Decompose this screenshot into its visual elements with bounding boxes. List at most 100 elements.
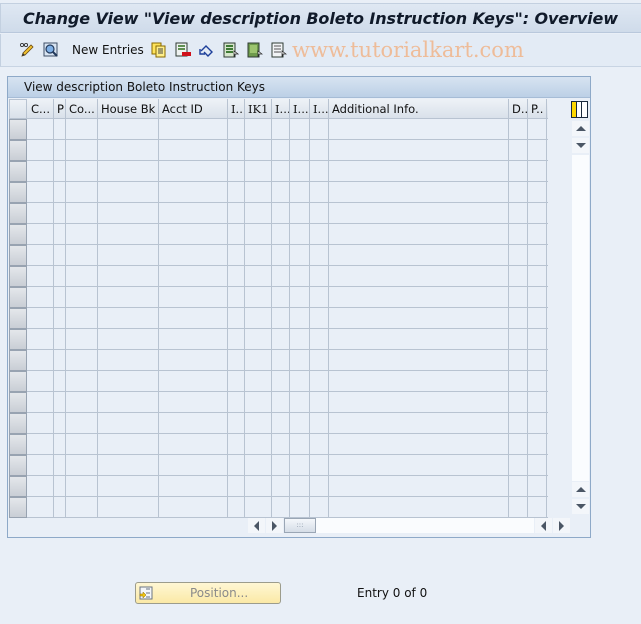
table-cell[interactable] — [310, 413, 329, 434]
table-cell[interactable] — [528, 350, 547, 371]
table-cell[interactable] — [272, 119, 290, 140]
table-cell[interactable] — [228, 392, 245, 413]
row-selector[interactable] — [9, 476, 27, 497]
table-cell[interactable] — [272, 371, 290, 392]
row-selector[interactable] — [9, 119, 27, 140]
table-cell[interactable] — [329, 434, 509, 455]
row-selector[interactable] — [9, 245, 27, 266]
table-cell[interactable] — [290, 161, 310, 182]
table-cell[interactable] — [528, 203, 547, 224]
column-header[interactable]: I... — [290, 99, 310, 119]
table-cell[interactable] — [272, 308, 290, 329]
table-cell[interactable] — [159, 119, 228, 140]
table-cell[interactable] — [245, 497, 272, 518]
table-cell[interactable] — [272, 245, 290, 266]
table-cell[interactable] — [228, 329, 245, 350]
table-cell[interactable] — [159, 287, 228, 308]
table-cell[interactable] — [310, 224, 329, 245]
table-cell[interactable] — [28, 287, 54, 308]
table-cell[interactable] — [159, 350, 228, 371]
table-cell[interactable] — [272, 497, 290, 518]
table-cell[interactable] — [310, 371, 329, 392]
table-cell[interactable] — [329, 308, 509, 329]
table-cell[interactable] — [509, 350, 528, 371]
table-cell[interactable] — [245, 140, 272, 161]
table-cell[interactable] — [159, 266, 228, 287]
table-cell[interactable] — [245, 455, 272, 476]
table-cell[interactable] — [290, 497, 310, 518]
table-cell[interactable] — [528, 245, 547, 266]
table-cell[interactable] — [228, 371, 245, 392]
column-header[interactable]: C... — [28, 99, 54, 119]
table-cell[interactable] — [245, 266, 272, 287]
table-cell[interactable] — [509, 245, 528, 266]
scroll-page-up-button[interactable] — [572, 482, 589, 497]
table-cell[interactable] — [228, 455, 245, 476]
table-cell[interactable] — [528, 224, 547, 245]
table-cell[interactable] — [66, 308, 98, 329]
scroll-last-right-button[interactable] — [553, 518, 570, 533]
table-cell[interactable] — [509, 413, 528, 434]
table-cell[interactable] — [272, 224, 290, 245]
table-cell[interactable] — [28, 392, 54, 413]
row-selector[interactable] — [9, 371, 27, 392]
table-cell[interactable] — [54, 224, 66, 245]
table-cell[interactable] — [159, 203, 228, 224]
column-header[interactable]: I... — [272, 99, 290, 119]
column-header[interactable]: Additional Info. — [329, 99, 509, 119]
table-cell[interactable] — [272, 140, 290, 161]
table-cell[interactable] — [28, 329, 54, 350]
table-cell[interactable] — [54, 203, 66, 224]
table-cell[interactable] — [245, 392, 272, 413]
table-cell[interactable] — [310, 308, 329, 329]
table-cell[interactable] — [228, 266, 245, 287]
table-cell[interactable] — [272, 266, 290, 287]
table-cell[interactable] — [290, 119, 310, 140]
table-cell[interactable] — [54, 182, 66, 203]
new-entries-button[interactable]: New Entries — [72, 43, 144, 57]
table-cell[interactable] — [245, 245, 272, 266]
table-cell[interactable] — [228, 203, 245, 224]
table-cell[interactable] — [28, 497, 54, 518]
table-cell[interactable] — [310, 392, 329, 413]
table-cell[interactable] — [310, 287, 329, 308]
table-cell[interactable] — [228, 497, 245, 518]
row-selector[interactable] — [9, 392, 27, 413]
table-cell[interactable] — [272, 476, 290, 497]
row-selector[interactable] — [9, 308, 27, 329]
table-cell[interactable] — [54, 497, 66, 518]
delete-icon[interactable] — [175, 42, 191, 58]
table-cell[interactable] — [228, 413, 245, 434]
row-selector[interactable] — [9, 161, 27, 182]
table-cell[interactable] — [28, 266, 54, 287]
table-cell[interactable] — [159, 224, 228, 245]
table-cell[interactable] — [329, 161, 509, 182]
table-cell[interactable] — [54, 455, 66, 476]
scroll-last-left-button[interactable] — [535, 518, 552, 533]
table-cell[interactable] — [66, 140, 98, 161]
column-header[interactable]: D.. — [509, 99, 528, 119]
table-cell[interactable] — [509, 140, 528, 161]
table-cell[interactable] — [159, 455, 228, 476]
table-cell[interactable] — [509, 371, 528, 392]
table-cell[interactable] — [290, 245, 310, 266]
column-configuration-icon[interactable] — [571, 101, 588, 118]
table-cell[interactable] — [98, 413, 159, 434]
table-cell[interactable] — [54, 434, 66, 455]
table-cell[interactable] — [66, 371, 98, 392]
table-cell[interactable] — [329, 392, 509, 413]
table-cell[interactable] — [509, 224, 528, 245]
table-cell[interactable] — [228, 287, 245, 308]
table-cell[interactable] — [159, 161, 228, 182]
table-cell[interactable] — [28, 224, 54, 245]
scroll-down-button[interactable] — [572, 138, 589, 153]
table-cell[interactable] — [159, 245, 228, 266]
position-button[interactable]: Position... — [135, 582, 281, 604]
table-cell[interactable] — [245, 182, 272, 203]
table-cell[interactable] — [54, 329, 66, 350]
table-cell[interactable] — [509, 266, 528, 287]
table-cell[interactable] — [54, 161, 66, 182]
table-cell[interactable] — [159, 434, 228, 455]
column-header[interactable]: I... — [228, 99, 245, 119]
table-cell[interactable] — [66, 119, 98, 140]
